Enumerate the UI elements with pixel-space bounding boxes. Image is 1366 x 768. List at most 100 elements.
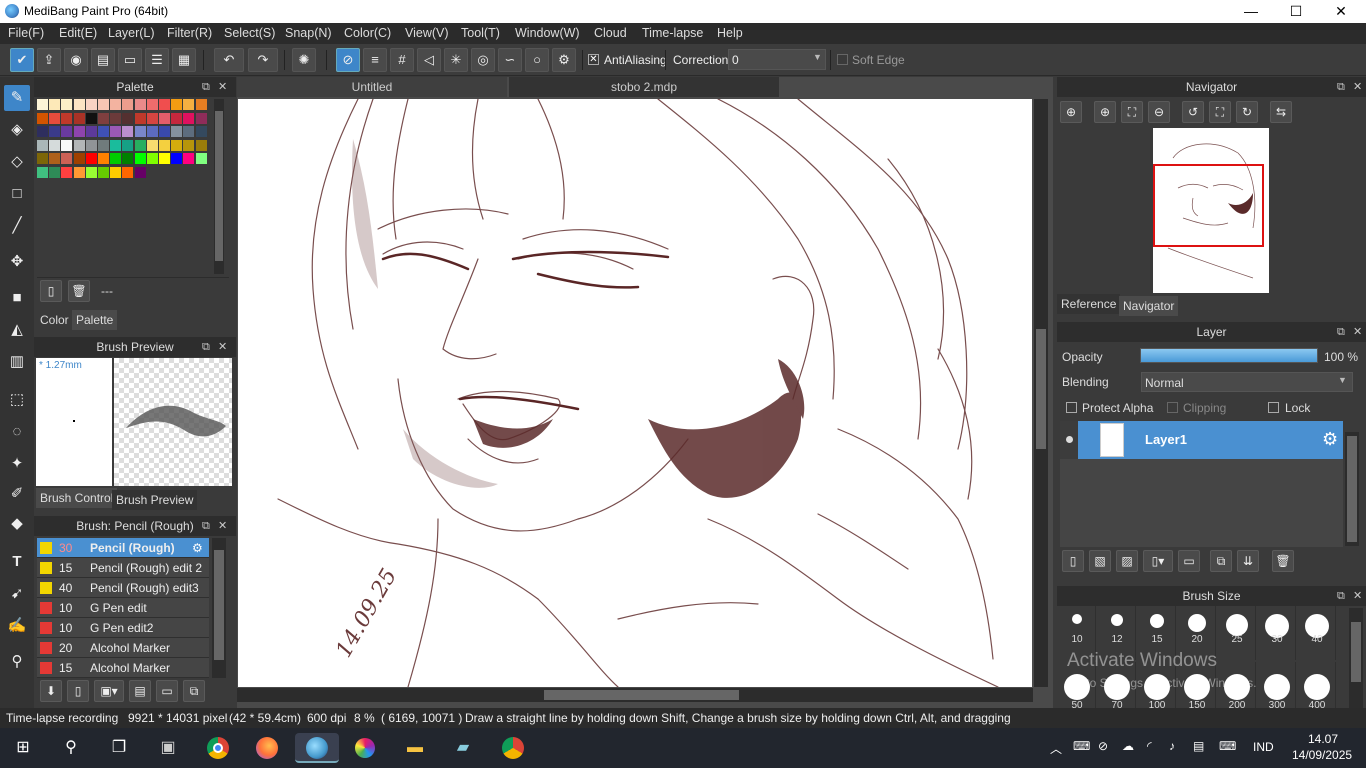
- select-eraser-icon[interactable]: ◆: [4, 511, 30, 537]
- new-palette-icon[interactable]: ▯: [40, 280, 62, 302]
- close-icon[interactable]: ✕: [218, 77, 227, 97]
- color-swatch[interactable]: [183, 139, 195, 151]
- comment-icon[interactable]: ◉: [64, 48, 88, 72]
- reset-view-icon[interactable]: ⛶: [1209, 101, 1231, 123]
- color-swatch[interactable]: [37, 99, 48, 110]
- color-swatch[interactable]: [134, 126, 146, 138]
- folder-icon[interactable]: ▭: [156, 680, 178, 702]
- shape-rect-icon[interactable]: □: [4, 181, 30, 207]
- color-swatch[interactable]: [159, 126, 170, 138]
- color-swatch[interactable]: [146, 153, 158, 165]
- document-icon[interactable]: ▭: [118, 48, 142, 72]
- menu-tool[interactable]: Tool(T): [461, 23, 500, 44]
- color-swatch[interactable]: [37, 153, 48, 165]
- brush-size-option[interactable]: 40: [1297, 606, 1336, 660]
- hand-tool-icon[interactable]: ✍: [4, 613, 30, 639]
- tray-device-icon[interactable]: ⌨: [1073, 739, 1090, 753]
- color-swatch[interactable]: [37, 139, 48, 151]
- close-button[interactable]: ✕: [1318, 0, 1364, 23]
- search-icon[interactable]: ⚲: [56, 733, 86, 763]
- merge-down-icon[interactable]: ⇊: [1237, 550, 1259, 572]
- color-swatch[interactable]: [146, 99, 158, 110]
- brush-size-option[interactable]: 400: [1297, 662, 1336, 708]
- color-swatch[interactable]: [171, 139, 183, 151]
- color-swatch[interactable]: [159, 112, 170, 124]
- color-swatch[interactable]: [49, 99, 61, 110]
- color-swatch[interactable]: [122, 167, 134, 178]
- color-swatch[interactable]: [195, 126, 207, 138]
- color-swatch[interactable]: [122, 126, 134, 138]
- blending-select[interactable]: Normal ▼: [1141, 372, 1353, 392]
- snap-ellipse-icon[interactable]: ○: [525, 48, 549, 72]
- download-brush-icon[interactable]: ⬇: [40, 680, 62, 702]
- hscroll-thumb[interactable]: [544, 690, 739, 700]
- color-swatch[interactable]: [122, 99, 134, 110]
- color-swatch[interactable]: [73, 112, 85, 124]
- select-rect-icon[interactable]: ⬚: [4, 387, 30, 413]
- color-swatch[interactable]: [134, 153, 146, 165]
- color-swatch[interactable]: [183, 99, 195, 110]
- color-swatch[interactable]: [73, 99, 85, 110]
- color-swatch[interactable]: [110, 167, 122, 178]
- color-swatch[interactable]: [171, 99, 183, 110]
- brush-list-item[interactable]: 10 G Pen edit2: [37, 618, 209, 638]
- close-icon[interactable]: ✕: [1353, 322, 1362, 342]
- color-swatch[interactable]: [195, 139, 207, 151]
- blur-eraser-icon[interactable]: ◇: [4, 149, 30, 175]
- brush-settings-icon[interactable]: ▤: [129, 680, 151, 702]
- color-swatch[interactable]: [85, 167, 97, 178]
- color-swatch[interactable]: [85, 126, 97, 138]
- color-swatch[interactable]: [49, 126, 61, 138]
- tab-brush-control[interactable]: Brush Control: [36, 488, 118, 508]
- color-swatch[interactable]: [134, 167, 146, 178]
- tray-chevron-icon[interactable]: ︿: [1050, 740, 1062, 757]
- float-icon[interactable]: ⧉: [1337, 586, 1345, 606]
- eyedropper-icon[interactable]: ⚲: [4, 649, 30, 675]
- color-swatch[interactable]: [98, 167, 109, 178]
- share-icon[interactable]: ⇪: [37, 48, 61, 72]
- color-swatch[interactable]: [37, 126, 48, 138]
- color-swatch[interactable]: [171, 112, 183, 124]
- file-explorer-icon[interactable]: ▬: [400, 733, 430, 763]
- paint-app-icon[interactable]: [350, 733, 380, 763]
- menu-color[interactable]: Color(C): [344, 23, 391, 44]
- zoom-in-icon[interactable]: ⊕: [1094, 101, 1116, 123]
- fill-rect-icon[interactable]: ■: [4, 285, 30, 311]
- firefox-icon[interactable]: [252, 733, 282, 763]
- clock-date[interactable]: 14/09/2025: [1292, 748, 1352, 762]
- keyboard-icon[interactable]: ⌨: [1219, 739, 1236, 753]
- float-icon[interactable]: ⧉: [1337, 322, 1345, 342]
- gear-icon[interactable]: ⚙: [192, 538, 203, 558]
- menu-select[interactable]: Select(S): [224, 23, 275, 44]
- snap-grid-icon[interactable]: #: [390, 48, 414, 72]
- color-swatch[interactable]: [171, 153, 183, 165]
- color-swatch[interactable]: [195, 153, 207, 165]
- vscroll-thumb[interactable]: [1036, 329, 1046, 449]
- color-swatch[interactable]: [49, 153, 61, 165]
- canvas-hscrollbar[interactable]: [237, 688, 1033, 702]
- float-icon[interactable]: ⧉: [202, 516, 210, 536]
- new-layer-icon[interactable]: ▯: [1062, 550, 1084, 572]
- float-icon[interactable]: ⧉: [1337, 77, 1345, 97]
- color-swatch[interactable]: [61, 112, 73, 124]
- color-swatch[interactable]: [183, 126, 195, 138]
- color-swatch[interactable]: [98, 99, 109, 110]
- fit-icon[interactable]: ⛶: [1121, 101, 1143, 123]
- delete-palette-icon[interactable]: 🗑: [68, 280, 90, 302]
- layer-row[interactable]: Layer1 ⚙: [1060, 421, 1343, 459]
- select-pen-icon[interactable]: ✐: [4, 481, 30, 507]
- text-tool-icon[interactable]: T: [4, 549, 30, 575]
- grid-edit-icon[interactable]: ▦: [172, 48, 196, 72]
- tab-untitled[interactable]: Untitled: [237, 77, 507, 97]
- snap-radial-icon[interactable]: ✳: [444, 48, 468, 72]
- color-swatch[interactable]: [110, 153, 122, 165]
- protect-alpha-checkbox[interactable]: [1066, 402, 1077, 413]
- color-swatch[interactable]: [110, 139, 122, 151]
- menu-help[interactable]: Help: [717, 23, 743, 44]
- message-icon[interactable]: ▤: [91, 48, 115, 72]
- tab-stobo[interactable]: stobo 2.mdp: [509, 77, 779, 97]
- duplicate-icon[interactable]: ⧉: [183, 680, 205, 702]
- line-tool-icon[interactable]: ╱: [4, 213, 30, 239]
- color-swatch[interactable]: [73, 139, 85, 151]
- clipping-checkbox[interactable]: [1167, 402, 1178, 413]
